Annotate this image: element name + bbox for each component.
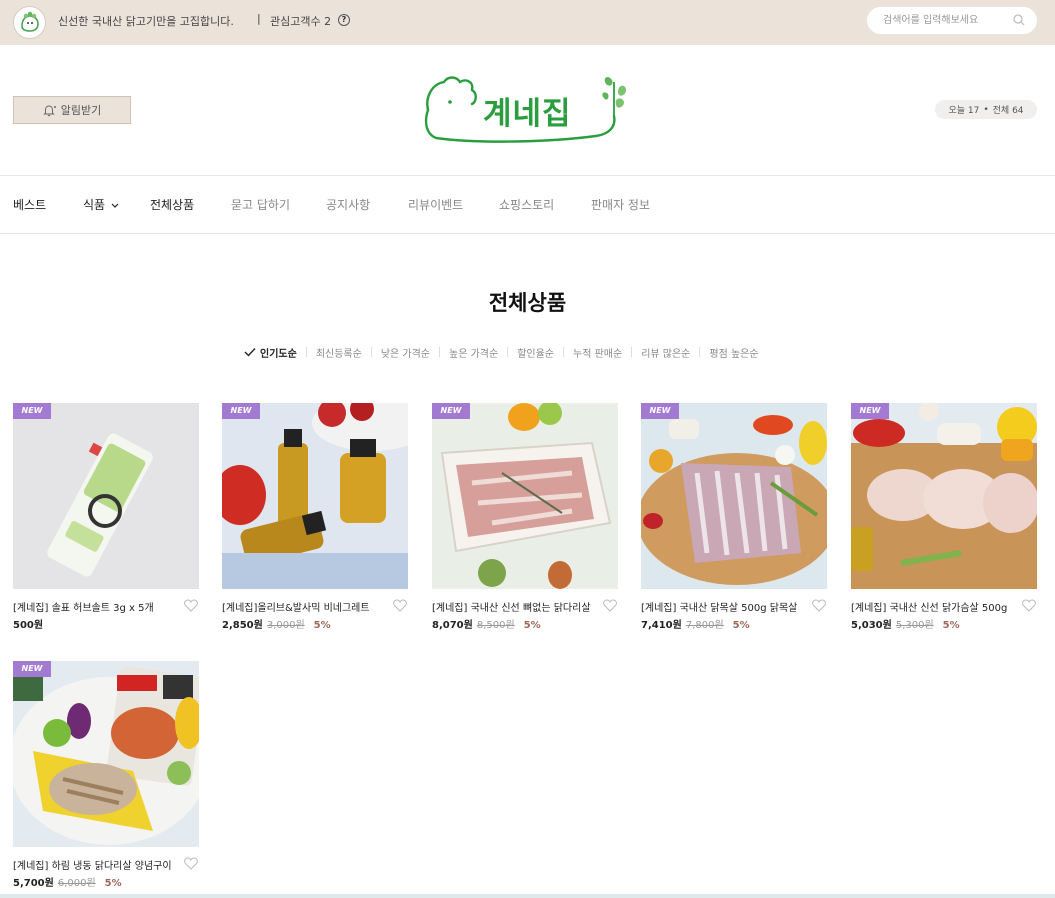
check-icon <box>244 348 256 357</box>
nav-item-qna[interactable]: 묻고 답하기 <box>231 196 290 213</box>
product-card[interactable]: NEW [계네집]올리브&발사믹 비네그레트 2,850원 3,000원 5% <box>222 403 408 631</box>
product-name[interactable]: [계네집]올리브&발사믹 비네그레트 <box>222 599 387 614</box>
heart-icon[interactable] <box>184 857 198 870</box>
product-card[interactable]: NEW [계네집] 국내산 닭목살 500g 닭목살 7,410원 7,800원 5… <box>641 403 827 631</box>
original-price: 8,500원 <box>476 620 515 631</box>
nav-item-food[interactable]: 식품 <box>83 196 119 213</box>
nav-item-shopping-story[interactable]: 쇼핑스토리 <box>499 196 554 213</box>
question-icon[interactable]: ? <box>338 14 350 26</box>
sort-price-high[interactable]: 높은 가격순 <box>449 345 498 360</box>
product-image[interactable]: NEW <box>13 661 199 847</box>
new-badge: NEW <box>641 403 679 419</box>
chevron-down-icon <box>111 203 119 208</box>
main-nav: 베스트 식품 전체상품 묻고 답하기 공지사항 리뷰이벤트 쇼핑스토리 판매자 … <box>0 175 1055 234</box>
original-price: 6,000원 <box>57 878 96 889</box>
divider <box>563 347 564 357</box>
discount-rate: 5% <box>732 620 750 631</box>
product-name[interactable]: [계네집] 솔표 허브솔트 3g x 5개 <box>13 599 178 614</box>
notify-label: 알림받기 <box>60 104 102 117</box>
nav-item-best[interactable]: 베스트 <box>13 196 46 213</box>
page-title: 전체상품 <box>488 291 567 315</box>
heart-icon[interactable] <box>393 599 407 612</box>
product-image[interactable]: NEW <box>641 403 827 589</box>
product-price: 5,700원 <box>13 878 54 889</box>
product-price: 8,070원 <box>432 620 473 631</box>
sort-discount[interactable]: 할인율순 <box>517 345 554 360</box>
product-price: 7,410원 <box>641 620 682 631</box>
sort-sales[interactable]: 누적 판매순 <box>573 345 622 360</box>
page-bottom-border <box>0 894 1055 898</box>
product-price: 5,030원 <box>851 620 892 631</box>
product-image[interactable]: NEW <box>851 403 1037 589</box>
discount-rate: 5% <box>523 620 541 631</box>
original-price: 3,000원 <box>266 620 305 631</box>
favorite-count[interactable]: 관심고객수 2 <box>270 13 331 29</box>
product-name[interactable]: [계네집] 국내산 신선 닭가슴살 500g <box>851 599 1016 614</box>
new-badge: NEW <box>432 403 470 419</box>
nav-item-all-products[interactable]: 전체상품 <box>150 196 194 213</box>
product-card[interactable]: NEW [계네집] 솔표 허브솔트 3g x 5개 500원 <box>13 403 199 631</box>
price-row: 5,700원 6,000원 5% <box>13 874 122 889</box>
search-icon[interactable] <box>1013 14 1025 26</box>
product-name[interactable]: [계네집] 국내산 닭목살 500g 닭목살 <box>641 599 806 614</box>
product-card[interactable]: NEW [계네집] 국내산 신선 뼈없는 닭다리살 8,070원 8,500원 5% <box>432 403 618 631</box>
divider <box>631 347 633 357</box>
divider <box>305 347 307 357</box>
product-price: 500원 <box>13 620 44 631</box>
nav-item-review-event[interactable]: 리뷰이벤트 <box>408 196 463 213</box>
search-input[interactable] <box>867 7 1037 34</box>
divider <box>370 347 372 357</box>
nav-item-food-label: 식품 <box>83 198 106 212</box>
nav-item-seller-info[interactable]: 판매자 정보 <box>591 196 650 213</box>
divider <box>507 347 509 357</box>
sort-newest[interactable]: 최신등록순 <box>316 345 362 360</box>
sort-price-low[interactable]: 낮은 가격순 <box>381 345 430 360</box>
brand-name: 계네집 <box>483 96 572 132</box>
nav-item-notice[interactable]: 공지사항 <box>326 196 370 213</box>
product-name[interactable]: [계네집] 하림 냉동 닭다리살 양념구이 <box>13 857 178 872</box>
discount-rate: 5% <box>313 620 331 631</box>
product-image[interactable]: NEW <box>222 403 408 589</box>
heart-icon[interactable] <box>603 599 617 612</box>
notify-button[interactable]: 알림받기 <box>13 96 131 124</box>
discount-rate: 5% <box>942 620 960 631</box>
price-row: 500원 <box>13 616 43 631</box>
top-bar: 신선한 국내산 닭고기만을 고집합니다. | 관심고객수 2 ? <box>0 0 1055 45</box>
sort-rating[interactable]: 평점 높은순 <box>709 345 758 360</box>
price-row: 2,850원 3,000원 5% <box>222 616 331 631</box>
bell-icon <box>43 104 56 116</box>
product-name[interactable]: [계네집] 국내산 신선 뼈없는 닭다리살 <box>432 599 597 614</box>
product-price: 2,850원 <box>222 620 263 631</box>
price-row: 8,070원 8,500원 5% <box>432 616 541 631</box>
new-badge: NEW <box>222 403 260 419</box>
store-tagline: 신선한 국내산 닭고기만을 고집합니다. <box>58 15 234 28</box>
visitor-today: 오늘 17 <box>948 106 980 116</box>
visitor-counter: 오늘 17 • 전체 64 <box>935 100 1037 119</box>
heart-icon[interactable] <box>812 599 826 612</box>
visitor-dot: • <box>983 104 989 115</box>
topbar-separator: | <box>257 12 261 25</box>
product-card[interactable]: NEW [계네집] 하림 냉동 닭다리살 양념구이 5,700원 6,000원 5% <box>13 661 199 889</box>
divider <box>699 347 701 357</box>
sort-reviews[interactable]: 리뷰 많은순 <box>641 345 690 360</box>
price-row: 5,030원 5,300원 5% <box>851 616 960 631</box>
new-badge: NEW <box>13 661 51 677</box>
new-badge: NEW <box>851 403 889 419</box>
price-row: 7,410원 7,800원 5% <box>641 616 750 631</box>
product-image[interactable]: NEW <box>432 403 618 589</box>
new-badge: NEW <box>13 403 51 419</box>
original-price: 5,300원 <box>895 620 934 631</box>
divider <box>439 347 440 357</box>
sort-popular[interactable]: 인기도순 <box>260 345 297 360</box>
discount-rate: 5% <box>104 878 122 889</box>
store-logo-icon[interactable] <box>13 6 46 39</box>
heart-icon[interactable] <box>184 599 198 612</box>
original-price: 7,800원 <box>685 620 724 631</box>
visitor-total: 전체 64 <box>992 106 1024 116</box>
sort-bar: 인기도순 최신등록순 낮은 가격순 높은 가격순 할인율순 누적 판매순 리뷰 … <box>244 344 759 360</box>
product-card[interactable]: NEW [계네집] 국내산 신선 닭가슴살 500g 5,030원 5,300원 5… <box>851 403 1037 631</box>
heart-icon[interactable] <box>1022 599 1036 612</box>
product-image[interactable]: NEW <box>13 403 199 589</box>
